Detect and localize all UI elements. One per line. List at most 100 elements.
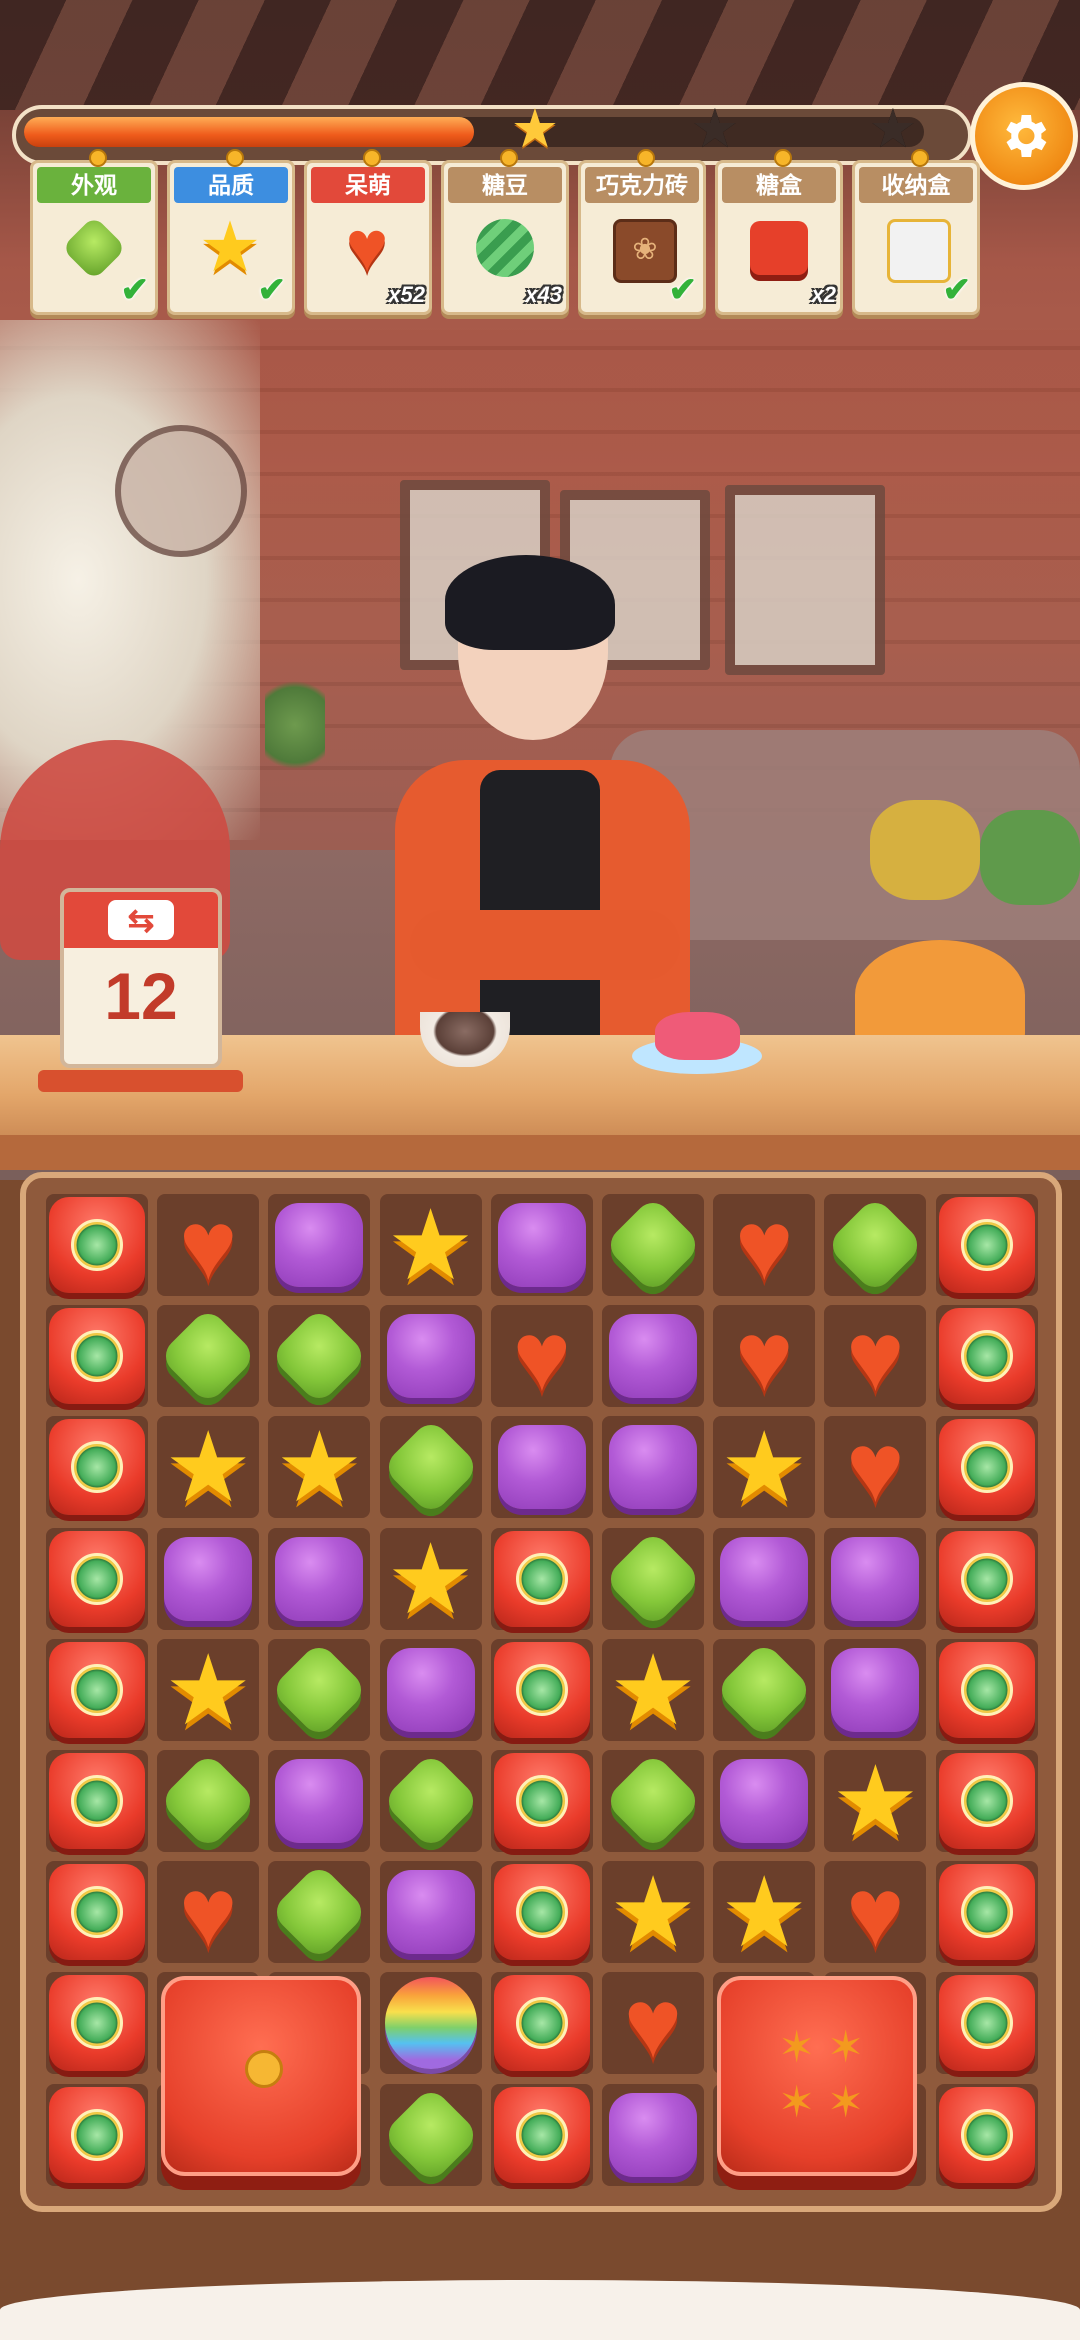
green-candy[interactable] <box>824 1194 926 1296</box>
purple-candy[interactable] <box>713 1528 815 1630</box>
check-icon: ✔ <box>120 271 150 309</box>
red-blocker-tile[interactable] <box>936 1528 1038 1630</box>
coin-icon <box>960 1886 1013 1939</box>
green-candy[interactable] <box>157 1305 259 1407</box>
purple-candy[interactable] <box>268 1528 370 1630</box>
order-count: x2 <box>811 282 836 307</box>
purple-candy[interactable] <box>824 1528 926 1630</box>
red-blocker-tile[interactable] <box>46 1972 148 2074</box>
red-blocker-tile[interactable] <box>46 1639 148 1741</box>
red-heart-candy[interactable]: ♥ <box>824 1305 926 1407</box>
red-blocker-tile[interactable] <box>46 2084 148 2186</box>
game-board[interactable]: ♥ ★ ♥ ♥ ♥ ♥ ★ ★ ★ ♥ ★ ★ ★ ★ ♥ ★ ★ ♥ ♥ ✶ ✶ ✶ ✶ <box>20 1172 1062 2212</box>
purple-candy[interactable] <box>157 1528 259 1630</box>
swap-icon: ⇆ <box>108 900 174 940</box>
wrapped-candy-icon: ✶ ✶ ✶ ✶ <box>778 2023 865 2128</box>
yellow-star-candy[interactable]: ★ <box>713 1416 815 1518</box>
red-blocker-tile[interactable] <box>491 1639 593 1741</box>
green-candy[interactable] <box>157 1750 259 1852</box>
red-blocker-tile[interactable] <box>491 1750 593 1852</box>
red-blocker-tile[interactable] <box>46 1528 148 1630</box>
purple-candy[interactable] <box>824 1639 926 1741</box>
moves-counter: ⇆ 12 <box>60 888 222 1068</box>
red-blocker-tile[interactable] <box>936 2084 1038 2186</box>
coin-icon <box>71 1775 123 1827</box>
red-blocker-tile[interactable] <box>936 1305 1038 1407</box>
yellow-star-candy[interactable]: ★ <box>824 1750 926 1852</box>
purple-candy[interactable] <box>380 1639 482 1741</box>
order-card: 收纳盒 ✔ <box>852 149 980 315</box>
sofa-pillow <box>980 810 1080 905</box>
coin-icon <box>71 1330 123 1383</box>
purple-candy[interactable] <box>713 1750 815 1852</box>
rainbow-ball-booster[interactable] <box>380 1972 482 2074</box>
red-blocker-tile[interactable] <box>491 2084 593 2186</box>
red-blocker-tile[interactable] <box>936 1750 1038 1852</box>
red-heart-candy-icon: ♥ <box>345 207 389 287</box>
red-heart-candy[interactable]: ♥ <box>713 1305 815 1407</box>
red-blocker-tile[interactable] <box>936 1194 1038 1296</box>
red-heart-candy[interactable]: ♥ <box>713 1194 815 1296</box>
purple-candy[interactable] <box>602 2084 704 2186</box>
red-heart-candy[interactable]: ♥ <box>491 1305 593 1407</box>
red-blocker-tile[interactable] <box>46 1750 148 1852</box>
red-blocker-tile[interactable] <box>936 1861 1038 1963</box>
yellow-star-candy[interactable]: ★ <box>380 1528 482 1630</box>
yellow-star-candy[interactable]: ★ <box>268 1416 370 1518</box>
red-blocker-tile[interactable] <box>936 1416 1038 1518</box>
coin-icon <box>515 1552 568 1605</box>
purple-candy[interactable] <box>268 1194 370 1296</box>
red-heart-candy[interactable]: ♥ <box>602 1972 704 2074</box>
red-blocker-tile[interactable] <box>936 1972 1038 2074</box>
red-heart-candy[interactable]: ♥ <box>824 1861 926 1963</box>
red-blocker-tile[interactable] <box>46 1305 148 1407</box>
green-candy[interactable] <box>268 1861 370 1963</box>
order-label: 品质 <box>174 167 288 203</box>
yellow-star-candy[interactable]: ★ <box>380 1194 482 1296</box>
purple-candy[interactable] <box>602 1305 704 1407</box>
progress-fill <box>24 117 474 147</box>
red-blocker-tile[interactable] <box>491 1861 593 1963</box>
moves-header: ⇆ <box>64 892 218 948</box>
pin-icon <box>774 149 792 167</box>
yellow-star-candy[interactable]: ★ <box>602 1861 704 1963</box>
purple-candy[interactable] <box>602 1416 704 1518</box>
red-blocker-tile[interactable] <box>491 1528 593 1630</box>
purple-candy[interactable] <box>491 1194 593 1296</box>
red-blocker-tile[interactable] <box>46 1861 148 1963</box>
red-heart-candy[interactable]: ♥ <box>824 1416 926 1518</box>
purple-candy[interactable] <box>380 1861 482 1963</box>
green-candy[interactable] <box>380 2084 482 2186</box>
candy-box-blocker[interactable] <box>161 1976 362 2177</box>
green-candy[interactable] <box>602 1750 704 1852</box>
red-blocker-tile[interactable] <box>491 1972 593 2074</box>
green-candy[interactable] <box>713 1639 815 1741</box>
green-candy[interactable] <box>268 1305 370 1407</box>
character-arms <box>410 910 680 980</box>
red-heart-candy[interactable]: ♥ <box>157 1194 259 1296</box>
green-candy[interactable] <box>602 1528 704 1630</box>
character-shirt <box>480 770 600 1040</box>
yellow-star-candy[interactable]: ★ <box>602 1639 704 1741</box>
coin-icon <box>960 2108 1013 2161</box>
sweets-box-blocker[interactable]: ✶ ✶ ✶ ✶ <box>717 1976 918 2177</box>
green-candy[interactable] <box>268 1639 370 1741</box>
coin-icon <box>960 1997 1013 2050</box>
green-candy[interactable] <box>380 1416 482 1518</box>
red-blocker-tile[interactable] <box>936 1639 1038 1741</box>
red-blocker-tile[interactable] <box>46 1416 148 1518</box>
yellow-star-candy[interactable]: ★ <box>157 1416 259 1518</box>
yellow-star-candy[interactable]: ★ <box>713 1861 815 1963</box>
bottom-decoration <box>0 2280 1080 2340</box>
purple-candy[interactable] <box>380 1305 482 1407</box>
green-candy[interactable] <box>380 1750 482 1852</box>
order-card: 品质 ★ ✔ <box>167 149 295 315</box>
red-blocker-tile[interactable] <box>46 1194 148 1296</box>
purple-candy[interactable] <box>268 1750 370 1852</box>
green-candy[interactable] <box>602 1194 704 1296</box>
wall-clock-icon <box>115 425 247 557</box>
yellow-star-candy[interactable]: ★ <box>157 1639 259 1741</box>
red-heart-candy[interactable]: ♥ <box>157 1861 259 1963</box>
coin-icon <box>515 2108 568 2161</box>
purple-candy[interactable] <box>491 1416 593 1518</box>
